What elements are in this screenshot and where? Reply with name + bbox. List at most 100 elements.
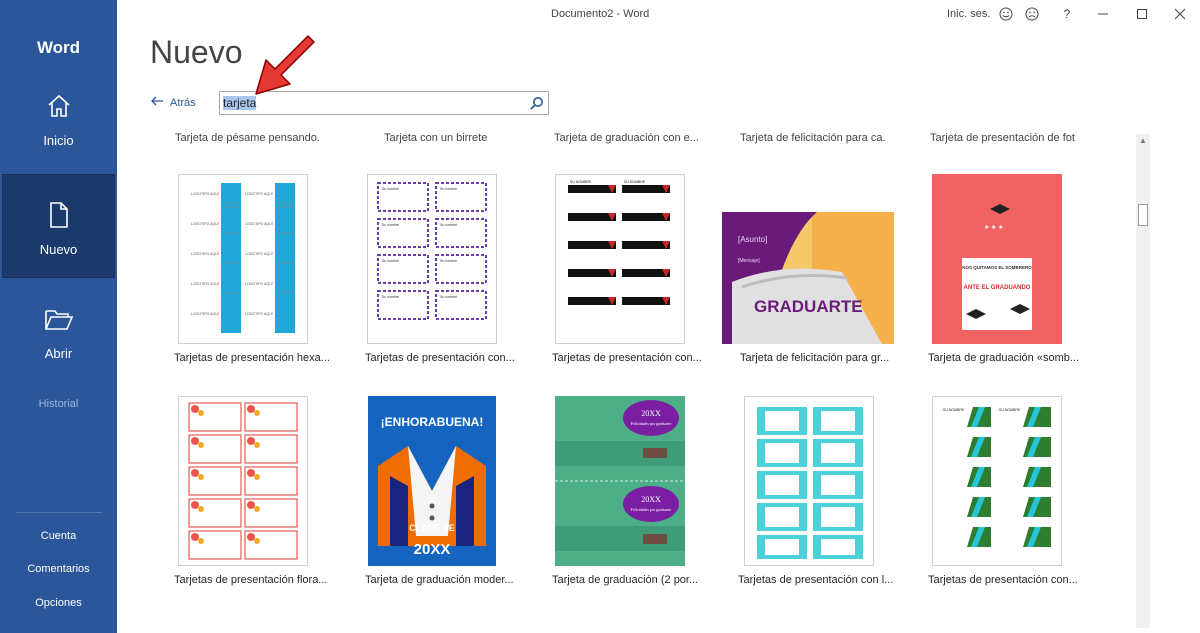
template-thumbnail: ★ ★ ★ NOS QUITAMOS EL SOMBRERO ANTE EL G…: [932, 174, 1062, 344]
thumb-text: SU NOMBRE: [999, 408, 1021, 412]
template-thumbnail: SU NOMBRE SU NOMBRE: [932, 396, 1062, 566]
thumb-text: SU NOMBRE: [624, 180, 646, 184]
back-button[interactable]: Atrás: [150, 96, 196, 109]
thumb-text: Su nombre: [440, 223, 457, 227]
thumb-text: Su nombre: [382, 295, 399, 299]
sidebar-divider: [16, 512, 102, 513]
window-title: Documento2 - Word: [551, 8, 650, 20]
thumb-text: Su nombre: [382, 223, 399, 227]
sidebar-item-label: Abrir: [44, 346, 73, 361]
template-card[interactable]: Tarjetas de presentación flora...: [172, 396, 327, 596]
template-card[interactable]: Tarjetas de presentación con l...: [738, 396, 900, 596]
template-thumbnail: [178, 396, 308, 566]
thumb-text: 20XX: [641, 495, 661, 504]
template-card[interactable]: SU NOMBRE SU NOMBRE Tarjetas de presenta…: [550, 174, 702, 374]
template-title[interactable]: Tarjeta con un birrete: [384, 132, 529, 144]
sidebar-item-historial[interactable]: Historial: [0, 398, 117, 410]
template-thumbnail: Su nombre Su nombre Su nombre Su nombre …: [367, 174, 497, 344]
template-card[interactable]: ★ ★ ★ NOS QUITAMOS EL SOMBRERO ANTE EL G…: [928, 174, 1080, 374]
thumb-text: Su nombre: [440, 259, 457, 263]
thumb-text: 20XX: [414, 541, 451, 558]
template-card[interactable]: [Asunto] [Mensaje] GRADUARTE Tarjeta de …: [722, 174, 902, 374]
template-title[interactable]: Tarjeta de graduación con e...: [554, 132, 699, 144]
template-thumbnail: [Asunto] [Mensaje] GRADUARTE: [722, 212, 894, 344]
sidebar-link-opciones[interactable]: Opciones: [0, 597, 117, 609]
sidebar-item-abrir[interactable]: Abrir: [0, 307, 117, 371]
thumb-text: 20XX: [641, 409, 661, 418]
template-title: Tarjetas de presentación con l...: [738, 574, 894, 586]
template-gallery: Tarjeta de pésame pensando... Tarjeta co…: [150, 130, 1130, 630]
close-icon[interactable]: [1170, 4, 1190, 24]
thumb-text: LOGOTIPO AQUÍ: [245, 192, 273, 196]
thumb-text: LOGOTIPO AQUÍ: [191, 312, 219, 316]
sidebar-link-comentarios[interactable]: Comentarios: [0, 563, 117, 575]
thumb-text: Su nombre: [382, 187, 399, 191]
back-label: Atrás: [170, 96, 196, 109]
template-thumbnail: ¡ENHORABUENA! CLASE DE 20XX: [368, 396, 496, 566]
template-title[interactable]: Tarjeta de presentación de foto: [930, 132, 1075, 144]
thumb-text: Su nombre: [382, 259, 399, 263]
template-title: Tarjeta de graduación «somb...: [928, 352, 1080, 364]
sidebar-item-inicio[interactable]: Inicio: [0, 92, 117, 156]
template-thumbnail: 20XX Felicidades por graduarte 20XX Feli…: [555, 396, 685, 566]
template-title: Tarjeta de graduación moder...: [365, 574, 514, 586]
sidebar-item-label: Inicio: [43, 133, 74, 148]
scroll-up-icon[interactable]: ▲: [1136, 134, 1150, 148]
pointer-arrow-icon: [248, 28, 318, 105]
template-title[interactable]: Tarjeta de pésame pensando...: [175, 132, 320, 144]
template-card[interactable]: ¡ENHORABUENA! CLASE DE 20XX Tarjeta de g…: [362, 396, 514, 596]
thumb-text: LOGOTIPO AQUÍ: [245, 252, 273, 256]
template-card[interactable]: Su nombre Su nombre Su nombre Su nombre …: [362, 174, 515, 374]
search-icon[interactable]: [529, 95, 545, 111]
template-thumbnail: [744, 396, 874, 566]
template-card[interactable]: 20XX Felicidades por graduarte 20XX Feli…: [550, 396, 700, 596]
new-document-icon: [3, 201, 114, 234]
thumb-text: LOGOTIPO AQUÍ: [191, 222, 219, 226]
template-title: Tarjeta de graduación (2 por...: [552, 574, 699, 586]
template-card[interactable]: LOGOTIPO AQUÍ LOGOTIPO AQUÍ LOGOTIPO AQU…: [172, 174, 330, 374]
frown-icon[interactable]: [1022, 4, 1042, 24]
gallery-scrollbar[interactable]: ▲: [1136, 134, 1150, 628]
svg-text:★ ★ ★: ★ ★ ★: [984, 224, 1003, 231]
thumb-text: [Mensaje]: [738, 258, 760, 264]
thumb-text: [Asunto]: [738, 235, 767, 244]
backstage-sidebar: Word Inicio Nuevo Abrir Historial Cuenta…: [0, 0, 117, 633]
thumb-text: Su nombre: [440, 187, 457, 191]
template-title: Tarjetas de presentación con...: [365, 352, 515, 364]
template-card[interactable]: SU NOMBRE SU NOMBRE Tarjetas de presenta…: [928, 396, 1080, 596]
page-title: Nuevo: [150, 34, 243, 70]
thumb-text: LOGOTIPO AQUÍ: [191, 282, 219, 286]
thumb-text: NOS QUITAMOS EL SOMBRERO: [962, 265, 1032, 270]
minimize-icon[interactable]: [1093, 4, 1113, 24]
smile-icon[interactable]: [996, 4, 1016, 24]
home-icon: [0, 92, 117, 125]
template-title: Tarjetas de presentación flora...: [174, 574, 328, 586]
template-title: Tarjetas de presentación con...: [552, 352, 702, 364]
sidebar-item-nuevo[interactable]: Nuevo: [2, 174, 115, 278]
thumb-text: CLASE DE: [409, 523, 455, 533]
thumb-text: Felicidades por graduarte: [631, 507, 672, 512]
scrollbar-thumb[interactable]: [1138, 204, 1148, 226]
template-title: Tarjetas de presentación hexa...: [174, 352, 330, 364]
signin-link[interactable]: Inic. ses.: [947, 8, 990, 20]
thumb-text: LOGOTIPO AQUÍ: [245, 312, 273, 316]
thumb-text: ANTE EL GRADUANDO: [964, 285, 1031, 291]
app-name: Word: [36, 38, 81, 57]
template-title: Tarjeta de felicitación para gr...: [740, 352, 890, 364]
thumb-text: ¡ENHORABUENA!: [381, 415, 484, 429]
arrow-left-icon: [150, 96, 164, 109]
thumb-text: GRADUARTE: [754, 297, 863, 316]
thumb-text: LOGOTIPO AQUÍ: [191, 192, 219, 196]
thumb-text: Felicidades por graduarte: [631, 421, 672, 426]
template-thumbnail: SU NOMBRE SU NOMBRE: [555, 174, 685, 344]
folder-open-icon: [0, 307, 117, 338]
template-title[interactable]: Tarjeta de felicitación para ca...: [740, 132, 885, 144]
help-button[interactable]: ?: [1057, 4, 1077, 24]
sidebar-item-label: Nuevo: [39, 242, 78, 257]
thumb-text: SU NOMBRE: [570, 180, 592, 184]
template-thumbnail: LOGOTIPO AQUÍ LOGOTIPO AQUÍ LOGOTIPO AQU…: [178, 174, 308, 344]
maximize-icon[interactable]: [1132, 4, 1152, 24]
sidebar-link-cuenta[interactable]: Cuenta: [0, 530, 117, 542]
thumb-text: LOGOTIPO AQUÍ: [245, 222, 273, 226]
thumb-text: LOGOTIPO AQUÍ: [191, 252, 219, 256]
